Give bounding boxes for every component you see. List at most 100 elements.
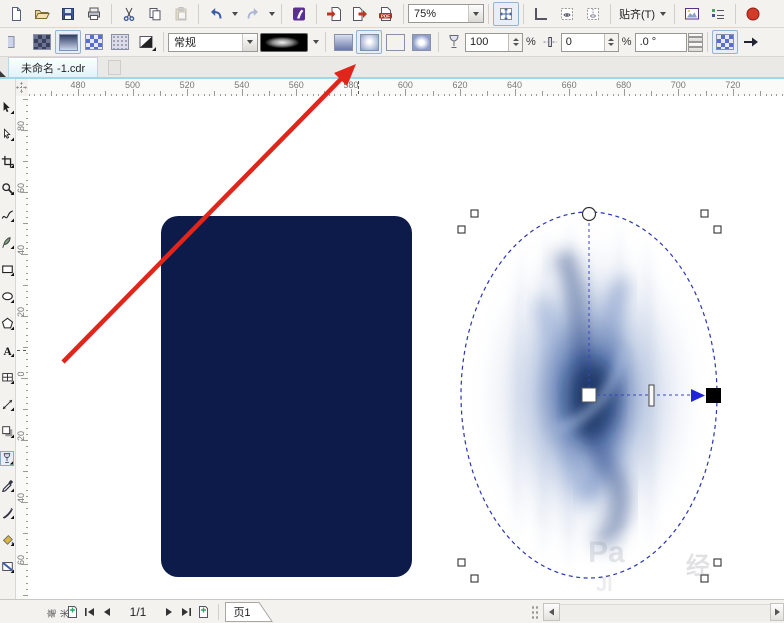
horizontal-ruler[interactable]: 480 500 520 540 560 580 600 620 640 660 680 700 720: [28, 79, 784, 97]
spinner-buttons[interactable]: [603, 33, 618, 51]
welcome-screen-button[interactable]: [679, 2, 705, 26]
chevron-down-icon[interactable]: [310, 31, 321, 53]
dimension-tool[interactable]: [0, 397, 14, 412]
application-launcher-button[interactable]: [286, 2, 312, 26]
toolbar-separator: [316, 3, 317, 24]
ruler-tick: [241, 89, 243, 96]
pick-tool[interactable]: [0, 100, 14, 115]
clipped-right-button[interactable]: [740, 2, 766, 26]
outline-pen-tool[interactable]: [0, 505, 14, 520]
open-icon: [34, 6, 50, 22]
chevron-down-icon[interactable]: [242, 33, 257, 51]
ruler-origin-button[interactable]: [15, 79, 29, 97]
resize-grip[interactable]: [531, 605, 540, 619]
copy-transparency-button[interactable]: [738, 30, 764, 54]
redo-button[interactable]: [240, 2, 266, 26]
uniform-transparency-icon: [33, 34, 51, 50]
rectangle-tool[interactable]: [0, 262, 14, 277]
next-page-button[interactable]: [161, 603, 178, 621]
crop-tool[interactable]: [0, 154, 14, 169]
pick-tool-icon: [3, 101, 14, 114]
table-tool[interactable]: [0, 370, 14, 385]
toolbar-separator: [674, 3, 676, 24]
property-bar: 常规 100% 0% .0 °: [0, 28, 784, 57]
texture-transparency-button[interactable]: [107, 30, 133, 54]
drawing-canvas[interactable]: [28, 96, 784, 600]
angle-spinner-buttons[interactable]: [687, 32, 703, 52]
conical-fountain-button[interactable]: [382, 30, 408, 54]
eyedropper-tool[interactable]: [0, 478, 14, 493]
ruler-tick: [678, 89, 680, 96]
undo-button[interactable]: [203, 2, 229, 26]
zoom-level-combo[interactable]: 75%: [408, 4, 484, 23]
publish-to-pdf-button[interactable]: PDF: [373, 2, 399, 26]
transparency-preview-dropdown[interactable]: [258, 30, 310, 54]
transparency-type-combo[interactable]: 常规: [168, 32, 258, 52]
zoom-fit-button[interactable]: [493, 1, 519, 26]
freeze-transparency-button[interactable]: [711, 30, 738, 54]
glass-icon: [446, 34, 462, 50]
square-fountain-button[interactable]: [408, 30, 434, 54]
polygon-tool[interactable]: [0, 316, 14, 331]
text-tool[interactable]: A: [0, 343, 14, 358]
scroll-right-button[interactable]: [770, 603, 784, 621]
import-button[interactable]: [321, 2, 347, 26]
drop-shadow-tool-icon: [1, 426, 14, 438]
chevron-down-icon[interactable]: [468, 5, 483, 22]
new-tab-ghost-icon[interactable]: [108, 60, 122, 75]
no-transparency-button[interactable]: [133, 30, 159, 54]
freehand-tool[interactable]: [0, 208, 14, 223]
ellipse-tool[interactable]: [0, 289, 14, 304]
transparency-tool[interactable]: [0, 451, 14, 466]
pattern-transparency-button[interactable]: [81, 30, 107, 54]
save-button[interactable]: [55, 2, 81, 26]
smart-fill-tool[interactable]: [0, 235, 14, 250]
page-tab[interactable]: 页1: [225, 601, 273, 622]
copy-button[interactable]: [142, 2, 168, 26]
interactive-fill-tool[interactable]: [0, 559, 14, 574]
chevron-down-icon[interactable]: [266, 3, 277, 25]
chevron-down-icon[interactable]: [229, 3, 240, 25]
app-launcher-icon: [291, 6, 307, 22]
open-button[interactable]: [29, 2, 55, 26]
print-button[interactable]: [81, 2, 107, 26]
show-rulers-button[interactable]: [528, 2, 554, 26]
options-button[interactable]: [705, 2, 731, 26]
scrollbar-track[interactable]: [560, 603, 770, 621]
freehand-tool-icon: [1, 210, 14, 222]
first-page-button[interactable]: [81, 603, 98, 621]
starting-transparency-icon[interactable]: [443, 30, 465, 54]
show-guides-button[interactable]: [580, 2, 606, 26]
vertical-ruler[interactable]: 80 60 40 20 0 20 40 60: [15, 96, 29, 600]
clipped-left-button[interactable]: [3, 30, 29, 54]
uniform-transparency-button[interactable]: [29, 30, 55, 54]
spinner-buttons[interactable]: [508, 33, 522, 51]
ruler-tick: [187, 89, 189, 96]
transparency-midpoint-field[interactable]: 0: [560, 32, 619, 52]
new-document-button[interactable]: [3, 2, 29, 26]
drop-shadow-tool[interactable]: [0, 424, 14, 439]
scroll-left-button[interactable]: [543, 603, 560, 621]
add-page-button-2[interactable]: [195, 603, 212, 621]
outline-pen-tool-icon: [2, 507, 14, 519]
previous-page-button[interactable]: [98, 603, 115, 621]
toolbar-separator: [706, 32, 708, 52]
snap-to-dropdown[interactable]: 贴齐(T): [615, 4, 670, 24]
radial-fountain-button[interactable]: [356, 30, 382, 54]
horizontal-scrollbar[interactable]: [531, 602, 784, 622]
document-tab[interactable]: 未命名 -1.cdr: [8, 57, 99, 77]
linear-fountain-button[interactable]: [330, 30, 356, 54]
show-grid-button[interactable]: [554, 2, 580, 26]
transparency-midpoint-icon[interactable]: [539, 30, 561, 54]
zoom-tool[interactable]: [0, 181, 14, 196]
cut-button[interactable]: [116, 2, 142, 26]
fountain-angle-field[interactable]: .0 °: [634, 32, 687, 52]
export-button[interactable]: [347, 2, 373, 26]
ruler-tick: [78, 89, 79, 96]
fountain-transparency-button[interactable]: [55, 30, 81, 54]
shape-tool[interactable]: [0, 127, 14, 142]
paste-button[interactable]: [168, 2, 194, 26]
fill-tool[interactable]: [0, 532, 14, 547]
last-page-button[interactable]: [178, 603, 195, 621]
starting-transparency-field[interactable]: 100: [465, 32, 523, 52]
